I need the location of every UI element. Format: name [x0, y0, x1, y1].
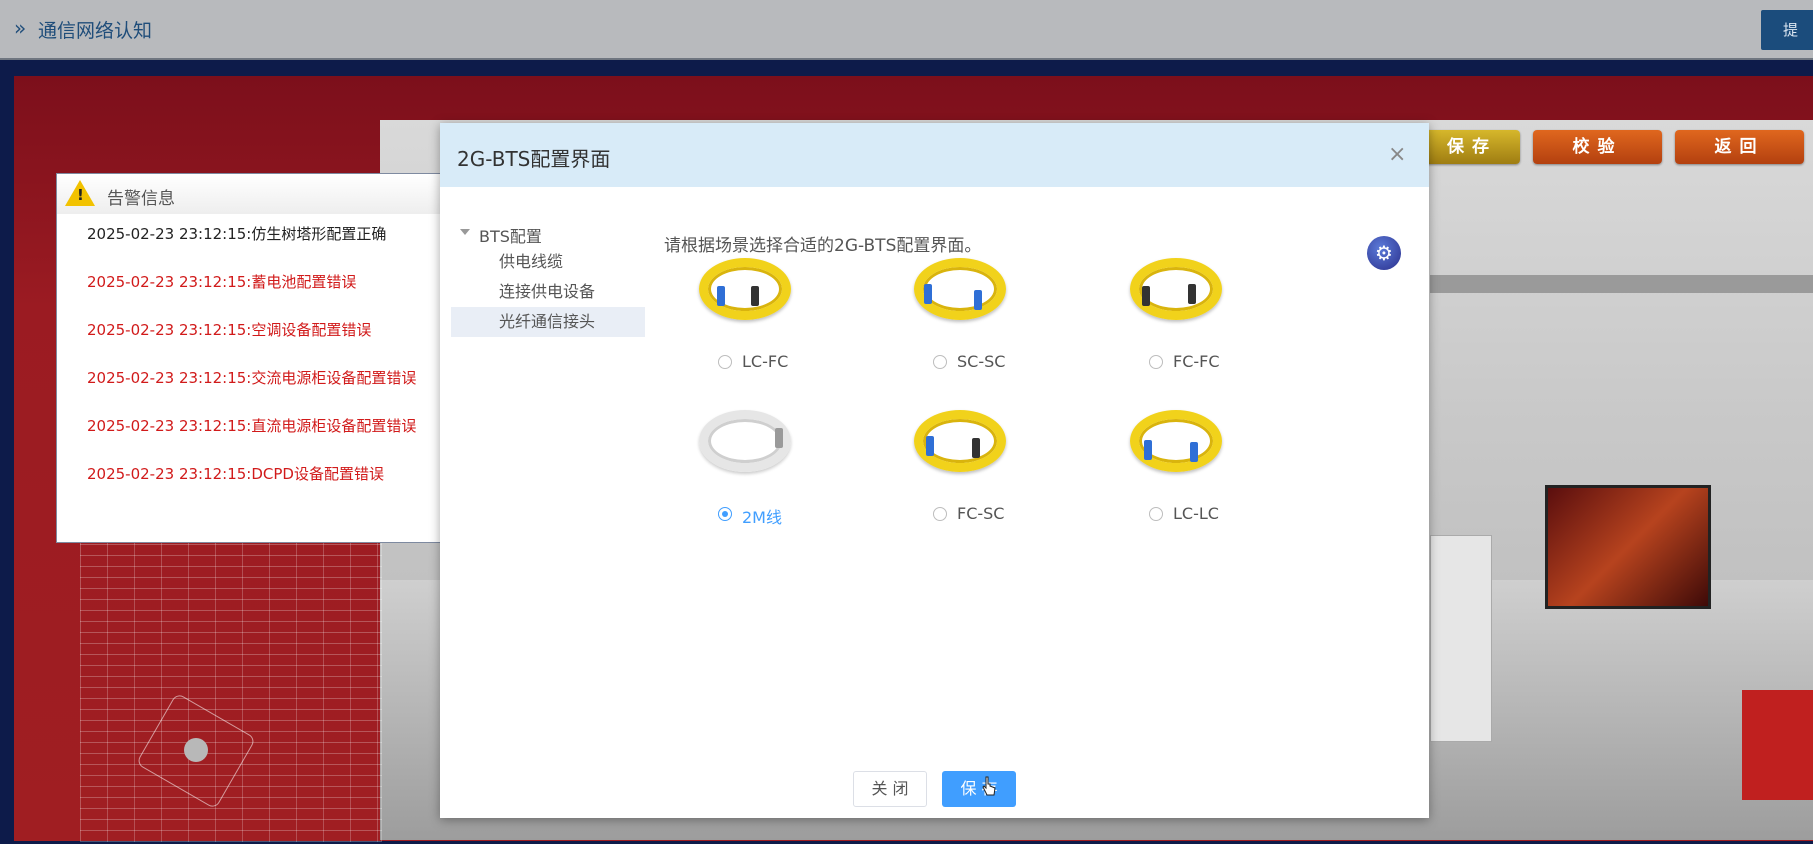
alarm-title: 告警信息 [107, 189, 175, 209]
config-dialog: 2G-BTS配置界面 × BTS配置 供电线缆 连接供电设备 光纤通信接头 请根据场… [440, 123, 1429, 818]
connector-plug [974, 290, 982, 310]
hexagon-dot [184, 738, 208, 762]
option-label[interactable]: LC-LC [1173, 504, 1219, 523]
hand-cursor-icon [982, 776, 996, 796]
breadcrumb-chevron-icon: » [14, 16, 27, 40]
close-icon[interactable]: × [1388, 144, 1406, 166]
option-label[interactable]: 2M线 [742, 504, 782, 528]
option-radio[interactable] [1149, 355, 1163, 369]
scene-save-button[interactable]: 保存 [1424, 130, 1520, 164]
connector-plug [972, 438, 980, 458]
alarm-message: 2025-02-23 23:12:15:仿生树塔形配置正确 [87, 225, 387, 243]
tree-root[interactable]: BTS配置 [451, 221, 645, 247]
page-title: 通信网络认知 [38, 20, 153, 42]
alarm-header: ! 告警信息 [57, 174, 447, 214]
gear-icon[interactable]: ⚙ [1367, 236, 1401, 270]
cable-option[interactable]: FC-FC [1090, 258, 1260, 398]
circuit-pattern [80, 535, 382, 842]
wall-poster [1545, 485, 1711, 609]
tree-root-label: BTS配置 [479, 227, 542, 246]
cable-option[interactable]: FC-SC [874, 410, 1044, 550]
connector-plug [1142, 286, 1150, 306]
connector-plug [926, 436, 934, 456]
connector-plug [1144, 440, 1152, 460]
option-radio[interactable] [1149, 507, 1163, 521]
caret-down-icon[interactable] [460, 229, 470, 235]
fire-extinguisher-box[interactable] [1742, 690, 1813, 800]
option-label[interactable]: FC-SC [957, 504, 1004, 523]
cable-image[interactable] [699, 258, 791, 320]
option-label[interactable]: FC-FC [1173, 352, 1220, 371]
cable-option[interactable]: LC-LC [1090, 410, 1260, 550]
connector-plug [1188, 284, 1196, 304]
cable-option[interactable]: LC-FC [659, 258, 829, 398]
dialog-title: 2G-BTS配置界面 [457, 147, 611, 171]
alarm-message: 2025-02-23 23:12:15:DCPD设备配置错误 [87, 465, 384, 483]
connector-plug [717, 286, 725, 306]
alarm-message: 2025-02-23 23:12:15:空调设备配置错误 [87, 321, 372, 339]
tree-item[interactable]: 连接供电设备 [451, 277, 645, 307]
save-button[interactable]: 保 存 [942, 771, 1016, 807]
check-button[interactable]: 校验 [1533, 130, 1662, 164]
close-button[interactable]: 关 闭 [853, 771, 927, 807]
tree-item[interactable]: 光纤通信接头 [451, 307, 645, 337]
dialog-header: 2G-BTS配置界面 × [440, 123, 1429, 187]
ceiling-rail [1430, 275, 1813, 293]
option-label[interactable]: LC-FC [742, 352, 788, 371]
alarm-panel: ! 告警信息 2025-02-23 23:12:15:仿生树塔形配置正确 2025… [56, 173, 448, 543]
dialog-description: 请根据场景选择合适的2G-BTS配置界面。 [664, 236, 982, 256]
connector-plug [751, 286, 759, 306]
submit-button[interactable]: 提 [1761, 10, 1813, 50]
option-radio[interactable] [933, 507, 947, 521]
air-conditioner-cabinet[interactable] [1430, 535, 1492, 742]
config-tree: BTS配置 供电线缆 连接供电设备 光纤通信接头 [451, 221, 645, 337]
alarm-message: 2025-02-23 23:12:15:直流电源柜设备配置错误 [87, 417, 417, 435]
back-button[interactable]: 返回 [1675, 130, 1804, 164]
cable-option[interactable]: SC-SC [874, 258, 1044, 398]
option-label[interactable]: SC-SC [957, 352, 1005, 371]
option-radio[interactable] [933, 355, 947, 369]
alarm-message: 2025-02-23 23:12:15:蓄电池配置错误 [87, 273, 357, 291]
warning-mark: ! [77, 186, 84, 204]
option-radio[interactable] [718, 507, 732, 521]
alarm-list[interactable]: 2025-02-23 23:12:15:仿生树塔形配置正确 2025-02-23 … [87, 224, 447, 530]
tree-item[interactable]: 供电线缆 [451, 247, 645, 277]
connector-plug [1190, 442, 1198, 462]
option-radio[interactable] [718, 355, 732, 369]
alarm-message: 2025-02-23 23:12:15:交流电源柜设备配置错误 [87, 369, 417, 387]
top-bar: » 通信网络认知 提 [0, 0, 1813, 60]
connector-plug [775, 428, 783, 448]
connector-plug [924, 284, 932, 304]
cable-option[interactable]: 2M线 [659, 410, 829, 550]
